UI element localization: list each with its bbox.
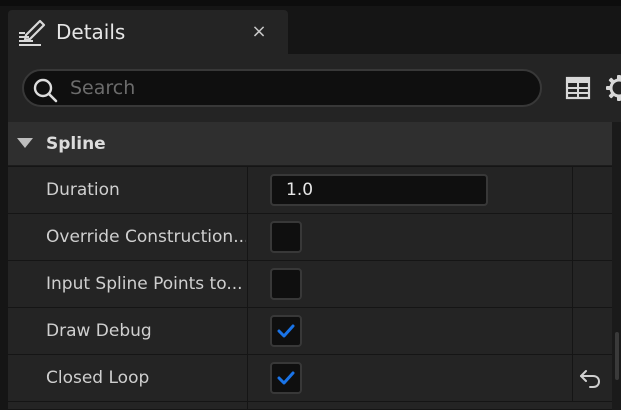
column-divider bbox=[572, 355, 573, 401]
property-row-input-spline-points: Input Spline Points to... bbox=[8, 261, 612, 308]
column-divider bbox=[247, 355, 248, 401]
draw-debug-checkbox[interactable] bbox=[270, 315, 302, 347]
close-icon[interactable]: × bbox=[244, 17, 274, 47]
search-input[interactable] bbox=[68, 74, 528, 102]
edit-details-icon bbox=[19, 19, 46, 46]
gear-icon[interactable] bbox=[604, 73, 621, 103]
property-row-partial bbox=[8, 402, 612, 410]
property-row-draw-debug: Draw Debug bbox=[8, 308, 612, 355]
property-label: Closed Loop bbox=[46, 368, 150, 388]
checkmark-icon bbox=[277, 371, 295, 385]
property-list: Duration 1.0 Override Construction... In… bbox=[8, 167, 612, 410]
property-label: Input Spline Points to... bbox=[46, 274, 243, 294]
column-divider bbox=[247, 214, 248, 260]
column-divider bbox=[572, 308, 573, 354]
search-row bbox=[8, 54, 621, 122]
column-divider bbox=[247, 261, 248, 307]
reset-to-default-icon[interactable] bbox=[578, 366, 602, 390]
tab-bar: Details × bbox=[0, 6, 621, 54]
property-row-closed-loop: Closed Loop bbox=[8, 355, 612, 402]
column-divider bbox=[247, 308, 248, 354]
closed-loop-checkbox[interactable] bbox=[270, 362, 302, 394]
category-title: Spline bbox=[46, 134, 106, 154]
override-construction-checkbox[interactable] bbox=[270, 221, 302, 253]
chevron-down-icon[interactable] bbox=[16, 136, 34, 150]
scrollbar[interactable] bbox=[612, 122, 621, 410]
category-header-spline[interactable]: Spline bbox=[8, 122, 612, 166]
column-divider bbox=[572, 214, 573, 260]
input-spline-points-checkbox[interactable] bbox=[270, 268, 302, 300]
tab-details[interactable]: Details × bbox=[8, 10, 288, 54]
column-divider bbox=[572, 261, 573, 307]
tab-title: Details bbox=[56, 20, 126, 44]
search-box[interactable] bbox=[22, 69, 542, 107]
column-divider bbox=[572, 167, 573, 213]
property-row-override-construction: Override Construction... bbox=[8, 214, 612, 261]
table-grid-icon[interactable] bbox=[565, 75, 591, 101]
property-label: Draw Debug bbox=[46, 321, 152, 341]
search-icon bbox=[33, 78, 58, 103]
details-panel: Details × Search Spline Duration 1.0 Ove… bbox=[0, 0, 621, 410]
column-divider bbox=[247, 167, 248, 213]
checkmark-icon bbox=[277, 324, 295, 338]
property-row-duration: Duration 1.0 bbox=[8, 167, 612, 214]
property-label: Override Construction... bbox=[46, 227, 246, 247]
duration-input[interactable]: 1.0 bbox=[270, 174, 488, 206]
column-divider bbox=[247, 402, 248, 409]
property-label: Duration bbox=[46, 180, 120, 200]
scrollbar-thumb[interactable] bbox=[615, 332, 619, 380]
